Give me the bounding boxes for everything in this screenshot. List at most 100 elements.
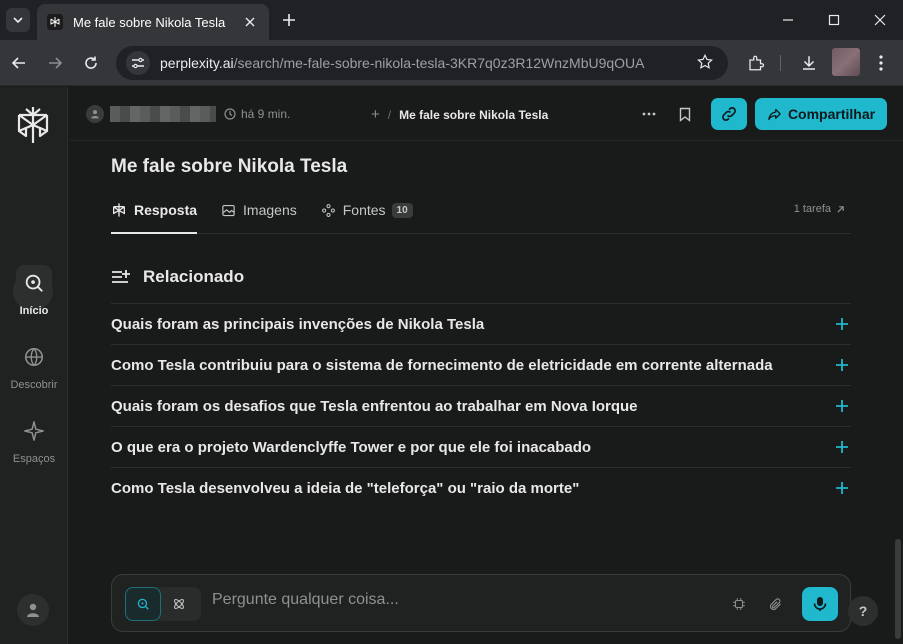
sidebar-item-label: Espaços — [12, 453, 56, 465]
search-icon — [16, 265, 52, 301]
back-button[interactable] — [7, 51, 31, 75]
thread-author: há 9 min. — [86, 105, 290, 123]
ask-input[interactable] — [212, 591, 692, 609]
related-item[interactable]: Quais foram as principais invenções de N… — [111, 303, 851, 344]
related-item[interactable]: Como Tesla contribuiu para o sistema de … — [111, 344, 851, 385]
url-host: perplexity.ai — [160, 55, 234, 71]
plus-icon[interactable] — [833, 479, 851, 497]
sidebar-item-spaces[interactable]: Espaços — [0, 413, 68, 465]
plus-icon[interactable] — [833, 315, 851, 333]
sidebar-item-discover[interactable]: Descobrir — [0, 339, 68, 391]
content-scrollbar[interactable] — [895, 539, 901, 639]
bookmark-icon — [679, 107, 691, 122]
toolbar-divider — [780, 55, 781, 71]
voice-input-button[interactable] — [802, 587, 838, 621]
sidebar-item-label: Descobrir — [10, 379, 58, 391]
user-icon — [27, 603, 39, 617]
tab-answer[interactable]: Resposta — [111, 196, 198, 234]
plus-icon[interactable] — [833, 356, 851, 374]
url-path: /search/me-fale-sobre-nikola-tesla-3KR7q… — [233, 55, 645, 71]
new-tab-button[interactable] — [278, 9, 300, 31]
arrow-right-icon — [49, 57, 63, 69]
time-ago-text: há 9 min. — [241, 107, 291, 121]
share-button[interactable]: Compartilhar — [755, 98, 887, 130]
reload-button[interactable] — [79, 51, 103, 75]
thread-title: Me fale sobre Nikola Tesla — [399, 107, 549, 122]
add-to-space-icon[interactable]: + — [371, 106, 380, 123]
related-heading: Relacionado — [111, 267, 244, 287]
address-bar[interactable]: perplexity.ai/search/me-fale-sobre-nikol… — [116, 46, 728, 80]
help-button[interactable]: ? — [848, 596, 878, 626]
profile-avatar[interactable] — [832, 48, 860, 76]
plus-icon — [283, 14, 295, 26]
search-icon — [137, 598, 149, 610]
arrow-left-icon — [11, 57, 25, 69]
perplexity-icon — [113, 203, 125, 217]
bookmark-button[interactable] — [675, 104, 695, 124]
close-icon — [874, 14, 886, 26]
more-options-button[interactable] — [639, 104, 659, 124]
cpu-icon — [733, 598, 745, 610]
tab-close-icon[interactable] — [241, 13, 259, 31]
user-avatar[interactable] — [17, 594, 49, 626]
chevron-down-icon — [13, 17, 23, 24]
author-name-redacted — [110, 106, 216, 122]
downloads-button[interactable] — [797, 51, 821, 75]
sidebar-item-home[interactable]: Início — [0, 265, 68, 317]
url-text: perplexity.ai/search/me-fale-sobre-nikol… — [160, 55, 645, 71]
related-item-text: O que era o projeto Wardenclyffe Tower e… — [111, 438, 592, 456]
related-item-text: Como Tesla contribuiu para o sistema de … — [111, 356, 773, 374]
attach-button[interactable] — [766, 595, 784, 613]
puzzle-icon — [749, 55, 765, 71]
related-heading-text: Relacionado — [143, 267, 245, 286]
minimize-icon — [783, 19, 793, 21]
more-vertical-icon — [879, 55, 883, 71]
close-window-button[interactable] — [857, 0, 903, 40]
reload-icon — [85, 56, 97, 69]
tab-label: Fontes — [342, 202, 386, 218]
browser-tab-active[interactable]: Me fale sobre Nikola Tesla — [37, 4, 269, 40]
search-mode-toggle — [125, 587, 201, 621]
task-link[interactable]: 1 tarefa — [794, 203, 845, 215]
paperclip-icon — [769, 597, 781, 610]
extensions-button[interactable] — [744, 51, 768, 75]
copy-link-button[interactable] — [711, 98, 747, 130]
perplexity-favicon — [47, 14, 63, 30]
arrow-up-right-icon — [837, 205, 844, 213]
tab-title: Me fale sobre Nikola Tesla — [73, 14, 226, 30]
plus-icon[interactable] — [833, 397, 851, 415]
bookmark-star-icon[interactable] — [696, 53, 714, 71]
more-horizontal-icon — [642, 112, 656, 116]
tune-icon — [132, 57, 144, 69]
tab-label: Resposta — [134, 202, 198, 218]
tab-search-button[interactable] — [6, 8, 30, 32]
perplexity-logo[interactable] — [16, 105, 50, 145]
thread-header: há 9 min. + / Me fale sobre Nikola Tesla… — [69, 87, 903, 141]
sources-count-badge: 10 — [391, 202, 413, 218]
search-mode-button[interactable] — [125, 587, 161, 621]
tab-images[interactable]: Imagens — [221, 196, 297, 224]
related-item[interactable]: O que era o projeto Wardenclyffe Tower e… — [111, 426, 851, 467]
link-icon — [722, 107, 736, 121]
sidebar-item-label: Início — [19, 305, 49, 317]
related-item-text: Quais foram os desafios que Tesla enfren… — [111, 397, 638, 415]
research-mode-button[interactable] — [161, 587, 197, 621]
download-icon — [803, 56, 815, 70]
browser-menu-button[interactable] — [869, 51, 893, 75]
minimize-button[interactable] — [765, 0, 811, 40]
share-label: Compartilhar — [787, 106, 876, 122]
maximize-button[interactable] — [811, 0, 857, 40]
plus-icon[interactable] — [833, 438, 851, 456]
sparkle-icon — [16, 413, 52, 449]
breadcrumb-separator: / — [387, 107, 392, 122]
forward-button[interactable] — [43, 51, 67, 75]
related-list: Quais foram as principais invenções de N… — [111, 303, 851, 508]
related-item[interactable]: Como Tesla desenvolveu a ideia de "telef… — [111, 467, 851, 508]
question-title: Me fale sobre Nikola Tesla — [111, 156, 348, 177]
tab-sources[interactable]: Fontes 10 — [321, 196, 413, 224]
site-info-button[interactable] — [126, 51, 150, 75]
task-link-label: 1 tarefa — [793, 203, 831, 215]
clock-icon — [224, 108, 236, 120]
model-chip-button[interactable] — [730, 595, 748, 613]
related-item[interactable]: Quais foram os desafios que Tesla enfren… — [111, 385, 851, 426]
